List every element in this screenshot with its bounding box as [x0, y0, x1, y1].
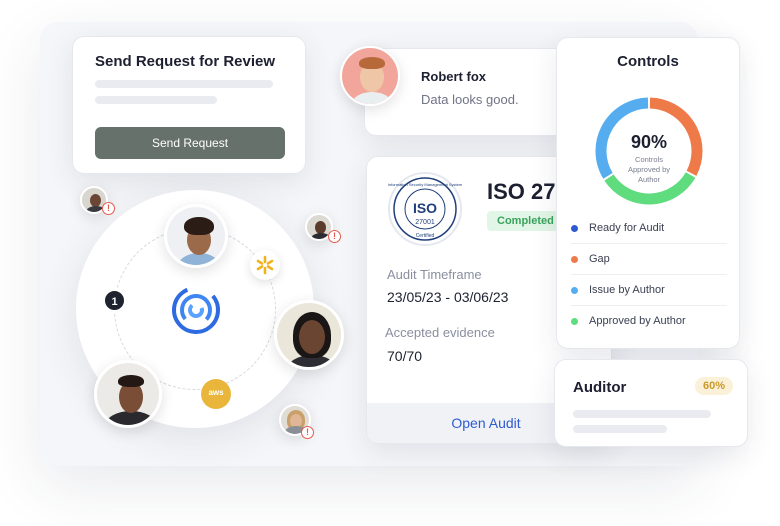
open-audit-label: Open Audit: [451, 415, 521, 431]
avatar-man-jacket[interactable]: [94, 360, 162, 428]
legend-label: Gap: [589, 253, 610, 265]
step-badge: 1: [103, 289, 126, 312]
evidence-value: 70/70: [387, 348, 423, 364]
status-badge: Completed: [487, 211, 564, 231]
controls-title: Controls: [617, 53, 679, 70]
donut-caption: Author: [638, 175, 661, 184]
timeframe-value: 23/05/23 - 03/06/23: [387, 289, 509, 305]
avatar-woman[interactable]: [274, 300, 344, 370]
legend-dot: [571, 318, 578, 325]
avatar-man-curly[interactable]: [164, 204, 228, 268]
legend-dot: [571, 256, 578, 263]
seal-certified-text: Certified: [416, 233, 435, 239]
seal-text: Information Security Management System: [388, 182, 463, 187]
comment-message: Data looks good.: [421, 92, 519, 107]
legend-item-issue-by-author: Issue by Author: [571, 275, 727, 306]
avatar-robert[interactable]: [340, 46, 400, 106]
legend-item-gap: Gap: [571, 244, 727, 275]
iso-seal-icon: Information Security Management System I…: [388, 172, 463, 246]
seal-number-text: 27001: [415, 219, 435, 226]
placeholder-line: [95, 96, 217, 104]
controls-donut-chart: 90% Controls Approved by Author: [595, 97, 703, 205]
legend-dot: [571, 225, 578, 232]
placeholder-line: [573, 425, 667, 433]
seal-iso-text: ISO: [413, 200, 437, 216]
legend-item-approved-by-author: Approved by Author: [571, 306, 727, 337]
auditor-title: Auditor: [573, 379, 627, 396]
legend-label: Issue by Author: [589, 284, 665, 296]
send-request-card: Send Request for Review Send Request: [72, 36, 306, 174]
walmart-logo-icon: [250, 250, 280, 280]
legend-label: Ready for Audit: [589, 222, 665, 234]
placeholder-line: [573, 410, 711, 418]
legend-dot: [571, 287, 578, 294]
send-request-title: Send Request for Review: [95, 53, 276, 70]
aws-logo-icon: aws: [201, 379, 231, 409]
auditor-card: Auditor 60%: [554, 359, 748, 447]
controls-card: Controls 90% Controls Approved by Author…: [556, 37, 740, 349]
comment-author: Robert fox: [421, 69, 486, 84]
evidence-label: Accepted evidence: [385, 325, 495, 340]
warning-icon: !: [301, 426, 314, 439]
donut-percent: 90%: [631, 132, 667, 152]
legend-item-ready-for-audit: Ready for Audit: [571, 213, 727, 244]
warning-icon: !: [102, 202, 115, 215]
donut-caption: Approved by: [628, 165, 670, 174]
send-request-button[interactable]: Send Request: [95, 127, 285, 159]
timeframe-label: Audit Timeframe: [387, 267, 482, 282]
app-logo-icon: [172, 286, 220, 334]
legend-label: Approved by Author: [589, 315, 686, 327]
donut-caption: Controls: [635, 155, 663, 164]
placeholder-line: [95, 80, 273, 88]
auditor-progress-badge: 60%: [694, 377, 733, 395]
warning-icon: !: [328, 230, 341, 243]
